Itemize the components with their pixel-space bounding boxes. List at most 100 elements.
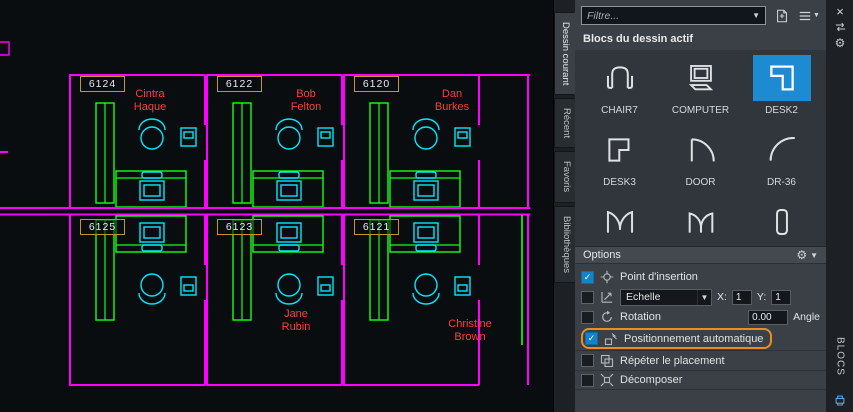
block-tile-desk3[interactable]: DESK3 xyxy=(580,125,659,197)
angle-label: Angle xyxy=(793,311,820,323)
palette-tabstrip: Dessin courant Récent Favoris Bibliothèques xyxy=(554,0,575,412)
palette-tab-récent[interactable]: Récent xyxy=(554,98,575,149)
repeat-placement-checkbox[interactable] xyxy=(581,354,594,367)
palette-tab-bibliothèques[interactable]: Bibliothèques xyxy=(554,205,575,283)
palette-titlebar[interactable]: × ⚙ BLOCS xyxy=(826,0,853,412)
auto-placement-icon xyxy=(603,332,619,346)
double-door2-icon xyxy=(672,199,730,245)
rotation-checkbox[interactable] xyxy=(581,310,594,324)
occupant-name[interactable]: Christine Brown xyxy=(430,318,510,343)
door-icon xyxy=(672,127,730,173)
block-label: DESK2 xyxy=(765,105,798,116)
option-row-rotation: Rotation 0.00 Angle xyxy=(575,307,826,327)
insertion-point-label: Point d'insertion xyxy=(620,271,698,283)
room-number[interactable]: 6125 xyxy=(80,219,125,235)
filter-combobox[interactable]: Filtre... ▼ xyxy=(581,6,766,25)
block-label: DR-36 xyxy=(767,177,796,188)
scale-icon xyxy=(599,290,615,304)
dr36-icon xyxy=(753,127,811,173)
option-row-auto-placement: Positionnement automatique xyxy=(575,327,826,350)
options-settings-button[interactable]: ⚙ ▼ xyxy=(796,248,818,262)
computer-icon xyxy=(672,55,730,101)
filter-placeholder: Filtre... xyxy=(587,9,620,22)
options-title: Options xyxy=(583,249,621,261)
block-tile-chair7[interactable]: CHAIR7 xyxy=(580,53,659,125)
block-tile-door[interactable]: DOOR xyxy=(661,125,740,197)
auto-placement-label: Positionnement automatique xyxy=(624,332,764,345)
room-number[interactable]: 6123 xyxy=(217,219,262,235)
close-icon: × xyxy=(836,3,844,19)
gear-icon: ⚙ xyxy=(796,248,808,262)
scale-dropdown-value: Echelle xyxy=(626,291,661,303)
block-tile-dr-36[interactable]: DR-36 xyxy=(742,125,821,197)
options-header: Options ⚙ ▼ xyxy=(575,246,826,264)
block-tile-computer[interactable]: COMPUTER xyxy=(661,53,740,125)
floorplan-geometry xyxy=(0,41,530,386)
block-tile-desk2[interactable]: DESK2 xyxy=(742,53,821,125)
scale-y-input[interactable]: 1 xyxy=(771,289,792,305)
occupant-name[interactable]: Cintra Haque xyxy=(110,88,190,113)
drawing-canvas[interactable]: 6124 Cintra Haque 6122 Bob Felton 6120 Dan Burke… xyxy=(0,0,553,412)
insertion-point-checkbox[interactable] xyxy=(581,270,594,284)
option-row-explode: Décomposer xyxy=(575,370,826,390)
scale-x-label: X: xyxy=(717,291,727,303)
palette-tab-favoris[interactable]: Favoris xyxy=(554,151,575,203)
chair-icon xyxy=(591,55,649,101)
palette-side-label: BLOCS xyxy=(834,337,846,376)
palette-main: Filtre... ▼ ▼ Blocs du dessin actif CHAI… xyxy=(575,0,826,412)
scale-x-input[interactable]: 1 xyxy=(731,289,752,305)
explode-checkbox[interactable] xyxy=(581,373,594,387)
chevron-down-icon: ▼ xyxy=(697,289,711,305)
occupant-name[interactable]: Dan Burkes xyxy=(412,88,492,113)
palette-tab-dessin-courant[interactable]: Dessin courant xyxy=(554,12,575,96)
chevron-down-icon: ▼ xyxy=(752,11,760,20)
properties-button[interactable]: ⚙ xyxy=(831,35,849,51)
repeat-placement-label: Répéter le placement xyxy=(620,354,725,367)
room-number[interactable]: 6120 xyxy=(354,76,399,92)
occupant-name[interactable]: Jane Rubin xyxy=(256,308,336,333)
block-label: COMPUTER xyxy=(671,105,730,116)
rotation-label: Rotation xyxy=(620,311,661,323)
block-tile-unlabeled-8[interactable] xyxy=(742,197,821,246)
room-number[interactable]: 6122 xyxy=(217,76,262,92)
double-door-icon xyxy=(591,199,649,245)
auto-hide-icon xyxy=(835,22,845,32)
rotation-angle-input[interactable]: 0.00 xyxy=(748,309,789,325)
desk2-icon xyxy=(752,55,811,101)
chevron-down-icon: ▼ xyxy=(810,250,818,260)
option-row-repeat-placement: Répéter le placement xyxy=(575,350,826,370)
close-button[interactable]: × xyxy=(831,3,849,19)
auto-placement-checkbox[interactable] xyxy=(585,332,598,345)
insertion-point-icon xyxy=(599,270,615,284)
palette-topbar: Filtre... ▼ ▼ xyxy=(575,0,826,29)
option-row-insertion-point: Point d'insertion xyxy=(575,267,826,287)
tall-block-icon xyxy=(753,199,811,245)
block-tile-unlabeled-6[interactable] xyxy=(580,197,659,246)
block-label: CHAIR7 xyxy=(601,105,638,116)
rotation-icon xyxy=(599,310,615,324)
view-options-icon[interactable]: ▼ xyxy=(798,6,820,25)
room-number[interactable]: 6121 xyxy=(354,219,399,235)
block-grid: CHAIR7 COMPUTER DESK2 DESK3 DOOR DR-36 xyxy=(575,50,826,246)
scale-y-label: Y: xyxy=(756,291,767,303)
block-label: DESK3 xyxy=(603,177,636,188)
block-tile-unlabeled-7[interactable] xyxy=(661,197,740,246)
auto-hide-button[interactable] xyxy=(831,19,849,35)
block-label: DOOR xyxy=(685,177,716,188)
browse-drawing-icon[interactable] xyxy=(771,6,793,25)
occupant-name[interactable]: Bob Felton xyxy=(266,88,346,113)
blocks-palette: Dessin courant Récent Favoris Bibliothèques… xyxy=(553,0,853,412)
autocad-window: 6124 Cintra Haque 6122 Bob Felton 6120 Dan Burke… xyxy=(0,0,853,412)
scale-checkbox[interactable] xyxy=(581,290,594,304)
scale-dropdown[interactable]: Echelle ▼ xyxy=(620,288,712,306)
option-row-scale: Echelle ▼ X: 1 Y: 1 xyxy=(575,287,826,307)
chevron-down-icon: ▼ xyxy=(813,12,820,19)
explode-icon xyxy=(599,373,615,387)
palette-corner-icon[interactable] xyxy=(831,392,849,408)
repeat-placement-icon xyxy=(599,354,615,368)
section-title: Blocs du dessin actif xyxy=(583,33,694,45)
options-panel: Point d'insertion Echelle ▼ X: 1 Y: xyxy=(575,264,826,390)
explode-label: Décomposer xyxy=(620,374,683,386)
desk3-icon xyxy=(591,127,649,173)
gear-icon: ⚙ xyxy=(834,36,846,50)
